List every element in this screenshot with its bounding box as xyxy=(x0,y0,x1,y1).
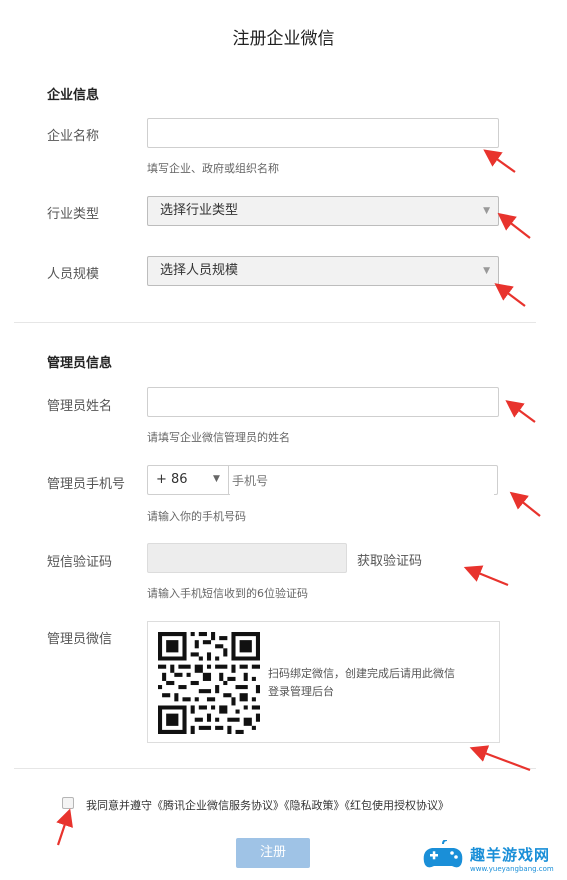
agree-checkbox[interactable] xyxy=(62,797,74,809)
agreement-text: 我同意并遵守《腾讯企业微信服务协议》《隐私政策》《红包使用授权协议》 xyxy=(86,797,449,813)
scale-label: 人员规模 xyxy=(47,267,100,282)
qr-instructions-line1: 扫码绑定微信，创建完成后请用此微信 xyxy=(268,667,455,680)
company-name-help: 填写企业、政府或组织名称 xyxy=(147,162,279,175)
arrow-icon xyxy=(509,491,541,517)
arrow-icon xyxy=(56,808,73,846)
watermark-name: 趣羊游戏网 xyxy=(470,846,551,864)
country-code-value: + 86 xyxy=(156,472,188,487)
arrow-icon xyxy=(494,283,526,307)
company-name-input[interactable] xyxy=(147,118,499,148)
caret-down-icon: ▼ xyxy=(483,266,490,276)
industry-select[interactable]: 选择行业类型 ▼ xyxy=(147,196,499,226)
qr-code[interactable] xyxy=(158,632,260,734)
scale-select[interactable]: 选择人员规模 ▼ xyxy=(147,256,499,286)
gamepad-icon xyxy=(423,840,463,868)
qr-instructions-line2: 登录管理后台 xyxy=(268,685,334,698)
arrow-icon xyxy=(497,212,531,239)
phone-field: + 86 ▼ xyxy=(147,465,498,495)
industry-select-value: 选择行业类型 xyxy=(160,203,239,218)
sms-code-help: 请输入手机短信收到的6位验证码 xyxy=(147,587,308,600)
qr-panel: 扫码绑定微信，创建完成后请用此微信 登录管理后台 xyxy=(147,621,500,743)
service-agreement-link[interactable]: 《腾讯企业微信服务协议》 xyxy=(152,799,284,812)
agreement-prefix: 我同意并遵守 xyxy=(86,799,152,812)
admin-phone-label: 管理员手机号 xyxy=(47,477,126,492)
arrow-icon xyxy=(483,149,516,173)
get-sms-code-button[interactable]: 获取验证码 xyxy=(357,550,422,569)
admin-wechat-label: 管理员微信 xyxy=(47,632,113,647)
red-packet-agreement-link[interactable]: 《红包使用授权协议》 xyxy=(345,799,450,812)
scale-select-value: 选择人员规模 xyxy=(160,263,239,278)
caret-down-icon: ▼ xyxy=(213,474,220,484)
admin-phone-help: 请输入你的手机号码 xyxy=(147,510,246,523)
caret-down-icon: ▼ xyxy=(483,206,490,216)
admin-section-title: 管理员信息 xyxy=(47,356,113,371)
admin-name-help: 请填写企业微信管理员的姓名 xyxy=(147,431,290,444)
watermark-logo: 趣羊游戏网 www.yueyangbang.com xyxy=(418,838,563,880)
page-title: 注册企业微信 xyxy=(232,29,335,49)
country-code-select[interactable]: + 86 ▼ xyxy=(148,466,229,494)
industry-label: 行业类型 xyxy=(47,207,100,222)
company-name-label: 企业名称 xyxy=(47,129,100,144)
phone-input[interactable] xyxy=(230,467,494,495)
privacy-policy-link[interactable]: 《隐私政策》 xyxy=(284,799,345,812)
register-button[interactable]: 注册 xyxy=(236,838,310,868)
arrow-icon xyxy=(463,565,509,587)
sms-code-label: 短信验证码 xyxy=(47,555,113,570)
section-divider xyxy=(14,768,536,769)
section-divider xyxy=(14,322,536,323)
admin-name-input[interactable] xyxy=(147,387,499,417)
qr-instructions: 扫码绑定微信，创建完成后请用此微信 登录管理后台 xyxy=(268,665,455,701)
admin-name-label: 管理员姓名 xyxy=(47,399,113,414)
sms-code-input[interactable] xyxy=(147,543,347,573)
watermark-url: www.yueyangbang.com xyxy=(470,865,554,873)
company-section-title: 企业信息 xyxy=(47,88,100,103)
arrow-icon xyxy=(505,400,536,423)
